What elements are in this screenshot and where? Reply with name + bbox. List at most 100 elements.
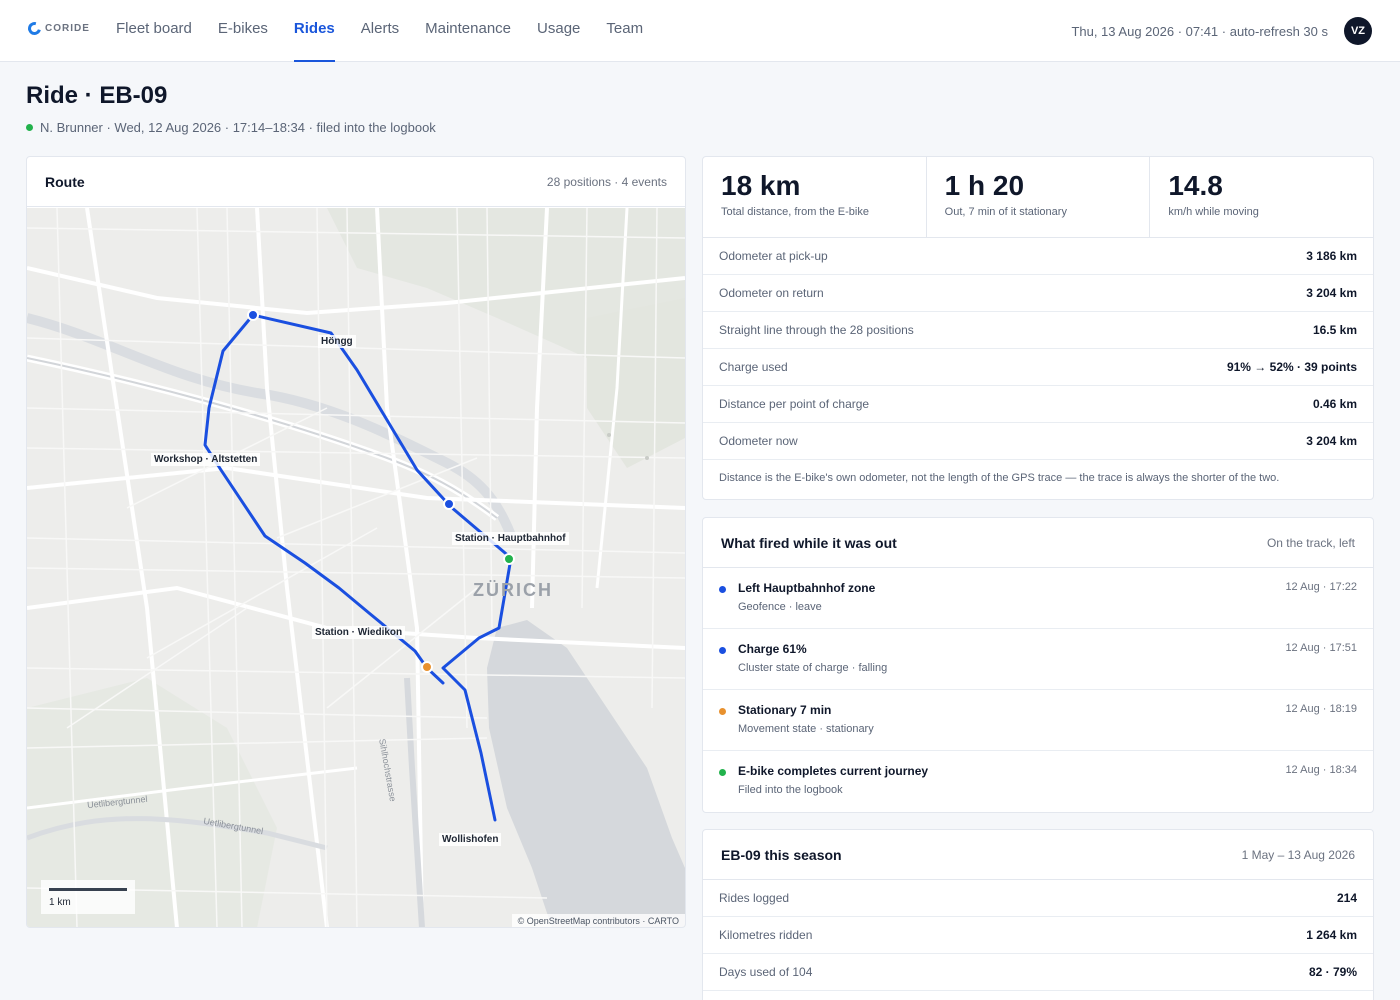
scale-label: 1 km <box>49 897 71 908</box>
stat-label: Straight line through the 28 positions <box>719 323 914 337</box>
refresh-status: Thu, 13 Aug 2026 · 07:41 · auto-refresh … <box>1071 23 1328 39</box>
stat-value: 3 186 km <box>1306 249 1357 263</box>
user-avatar[interactable]: VZ <box>1344 17 1372 45</box>
event-time: 12 Aug · 18:34 <box>1285 764 1357 776</box>
nav-maintenance[interactable]: Maintenance <box>425 0 511 62</box>
nav-team[interactable]: Team <box>606 0 643 62</box>
event-sub: Geofence · leave <box>738 601 822 613</box>
logo-icon <box>25 19 44 38</box>
season-label: Days used of 104 <box>719 965 813 979</box>
season-value: 82 · 79% <box>1308 965 1357 979</box>
ride-stats-card: 18 km Total distance, from the E-bike 1 … <box>702 156 1374 500</box>
label-wiedikon: Station · Wiedikon <box>312 626 406 639</box>
event-time: 12 Aug · 17:51 <box>1285 642 1357 654</box>
stat-row: Odometer at pick-up 3 186 km <box>703 238 1373 275</box>
season-row: Rides logged 214 <box>703 880 1373 917</box>
label-workshop: Workshop · Altstetten <box>151 453 261 466</box>
brand-logo[interactable]: CORIDE <box>25 19 90 38</box>
kpi-value: 1 h 20 <box>944 170 1025 201</box>
distance-note: Distance is the E-bike's own odometer, n… <box>719 472 1280 484</box>
nav-alerts[interactable]: Alerts <box>361 0 399 62</box>
event-dot <box>719 708 726 715</box>
season-value: 1 264 km <box>1306 928 1357 942</box>
kpi-label: Total distance, from the E-bike <box>721 206 869 218</box>
route-meta: 28 positions · 4 events <box>546 174 667 189</box>
label-hongg: Höngg <box>318 335 356 348</box>
map-canvas <box>27 208 685 927</box>
season-row: Kilometres ridden 1 264 km <box>703 917 1373 954</box>
stat-row: Odometer now 3 204 km <box>703 423 1373 460</box>
top-bar: CORIDE Fleet board E-bikes Rides Alerts … <box>0 0 1400 62</box>
events-card-header: What fired while it was out On the track… <box>703 518 1373 568</box>
ride-subline: N. Brunner · Wed, 12 Aug 2026 · 17:14–18… <box>26 120 436 135</box>
event-title: Charge 61% <box>738 642 807 656</box>
city-label: ZÜRICH <box>473 580 553 600</box>
stat-value: 91% → 52% · 39 points <box>1226 360 1357 374</box>
route-card: Route 28 positions · 4 events ZÜRICH Hön… <box>26 156 686 928</box>
events-card: What fired while it was out On the track… <box>702 517 1374 813</box>
event-item[interactable]: Stationary 7 min Movement state · statio… <box>703 690 1373 751</box>
stat-value: 0.46 km <box>1312 397 1357 411</box>
marker-charge[interactable] <box>443 498 455 510</box>
event-item[interactable]: Left Hauptbahnhof zone Geofence · leave … <box>703 568 1373 629</box>
nav-rides[interactable]: Rides <box>293 0 335 62</box>
event-dot <box>719 586 726 593</box>
route-card-header: Route 28 positions · 4 events <box>27 157 685 207</box>
season-title: EB-09 this season <box>721 846 842 863</box>
event-dot <box>719 769 726 776</box>
ride-summary: N. Brunner · Wed, 12 Aug 2026 · 17:14–18… <box>40 120 436 135</box>
events-meta: On the track, left <box>1266 535 1355 550</box>
marker-complete[interactable] <box>503 553 515 565</box>
kpi-label: Out, 7 min of it stationary <box>944 206 1067 218</box>
event-time: 12 Aug · 17:22 <box>1285 581 1357 593</box>
marker-start[interactable] <box>247 309 259 321</box>
marker-stationary[interactable] <box>421 661 433 673</box>
label-wollishofen: Wollishofen <box>439 833 502 846</box>
stat-label: Distance per point of charge <box>719 397 870 411</box>
status-dot <box>26 124 33 131</box>
season-label: Kilometres ridden <box>719 928 813 942</box>
event-item[interactable]: E-bike completes current journey Filed i… <box>703 751 1373 812</box>
stat-row: Distance per point of charge 0.46 km <box>703 386 1373 423</box>
map-scale: 1 km <box>41 880 135 914</box>
brand-name: CORIDE <box>45 23 90 34</box>
stat-label: Charge used <box>719 360 788 374</box>
stat-row: Odometer on return 3 204 km <box>703 275 1373 312</box>
kpi-strip: 18 km Total distance, from the E-bike 1 … <box>703 157 1373 238</box>
stat-value: 16.5 km <box>1312 323 1357 337</box>
event-title: Left Hauptbahnhof zone <box>738 581 876 595</box>
route-map[interactable]: ZÜRICH Höngg Workshop · Altstetten Stati… <box>27 208 685 927</box>
events-title: What fired while it was out <box>721 534 897 551</box>
nav-usage[interactable]: Usage <box>537 0 580 62</box>
page-title: Ride · EB-09 <box>26 82 168 109</box>
event-title: Stationary 7 min <box>738 703 832 717</box>
nav-fleet-board[interactable]: Fleet board <box>116 0 192 62</box>
stat-value: 3 204 km <box>1306 286 1357 300</box>
stat-row: Straight line through the 28 positions 16… <box>703 312 1373 349</box>
route-title: Route <box>45 173 85 190</box>
map-attribution[interactable]: © OpenStreetMap contributors · CARTO <box>511 914 685 927</box>
event-title: E-bike completes current journey <box>738 764 929 778</box>
kpi-value: 18 km <box>721 170 801 201</box>
season-value: 214 <box>1336 891 1357 905</box>
event-dot <box>719 647 726 654</box>
season-meta: 1 May – 13 Aug 2026 <box>1241 847 1355 862</box>
season-card: EB-09 this season 1 May – 13 Aug 2026 Ri… <box>702 829 1374 1000</box>
kpi-label: km/h while moving <box>1168 206 1259 218</box>
stat-label: Odometer on return <box>719 286 824 300</box>
event-item[interactable]: Charge 61% Cluster state of charge · fal… <box>703 629 1373 690</box>
event-sub: Cluster state of charge · falling <box>738 662 888 674</box>
scale-bar <box>49 888 127 891</box>
stat-label: Odometer at pick-up <box>719 249 828 263</box>
stat-row: Charge used 91% → 52% · 39 points <box>703 349 1373 386</box>
nav-e-bikes[interactable]: E-bikes <box>218 0 268 62</box>
kpi-value: 14.8 <box>1168 170 1223 201</box>
event-sub: Filed into the logbook <box>738 784 843 796</box>
event-sub: Movement state · stationary <box>738 723 874 735</box>
kpi-speed: 14.8 km/h while moving <box>1150 157 1373 237</box>
top-right: Thu, 13 Aug 2026 · 07:41 · auto-refresh … <box>1071 17 1372 45</box>
stat-label: Odometer now <box>719 434 798 448</box>
season-row: Days used of 104 82 · 79% <box>703 954 1373 991</box>
main-nav: Fleet board E-bikes Rides Alerts Mainten… <box>116 0 669 62</box>
stat-value: 3 204 km <box>1306 434 1357 448</box>
